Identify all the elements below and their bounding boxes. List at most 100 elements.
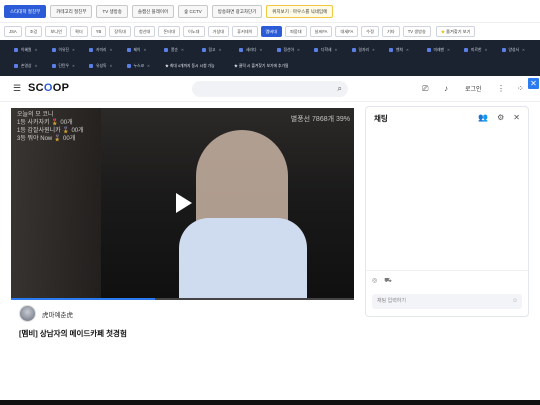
bookmark-item[interactable]: 이혜원 ✕ xyxy=(14,45,37,55)
remove-icon[interactable]: ✕ xyxy=(72,45,75,55)
checkbox-icon[interactable] xyxy=(501,48,506,52)
donation-icon[interactable]: ◎ xyxy=(372,277,377,285)
bookmark-item[interactable]: 누스코 ✕ xyxy=(126,61,150,71)
toolbar-button[interactable]: 숲 CCTV xyxy=(178,4,208,18)
toolbar-button[interactable]: 방송화면 광고차단기 xyxy=(211,4,263,18)
remove-icon[interactable]: ✕ xyxy=(181,45,184,55)
remove-icon[interactable]: ✕ xyxy=(484,45,487,55)
bookmark-item[interactable]: 카미리 ✕ xyxy=(89,45,112,55)
close-icon[interactable]: ✕ xyxy=(528,78,539,89)
toolbar-button[interactable]: 위치보기 · 마우스를 닉네임에 xyxy=(266,4,334,18)
channel-name[interactable]: 虎마예춘虎 xyxy=(42,309,73,319)
play-icon[interactable] xyxy=(176,193,192,213)
filter-chip[interactable]: 멤버대 xyxy=(260,26,283,37)
remove-icon[interactable]: ✕ xyxy=(219,45,222,55)
checkbox-icon[interactable] xyxy=(126,48,131,52)
remove-icon[interactable]: ✕ xyxy=(34,61,37,71)
checkbox-icon[interactable] xyxy=(351,48,356,52)
checkbox-icon[interactable] xyxy=(239,48,243,52)
toolbar-button[interactable]: 솔캠신 플레이어 xyxy=(131,4,175,18)
toolbar-button[interactable]: 카테고리 절친부 xyxy=(50,4,93,18)
remove-icon[interactable]: ✕ xyxy=(372,45,375,55)
toolbar-button[interactable]: TV 생방송 xyxy=(96,4,128,18)
checkbox-icon[interactable] xyxy=(126,64,131,68)
filter-chip[interactable]: 돈터대 xyxy=(158,26,180,37)
close-icon[interactable]: ✕ xyxy=(513,113,520,122)
filter-chip[interactable]: TV 생방송 xyxy=(402,26,431,37)
bookmark-item[interactable]: 미래맨 ✕ xyxy=(426,45,450,55)
gear-icon[interactable]: ⚙ xyxy=(497,113,504,122)
filter-chip[interactable]: 보니언 xyxy=(45,26,67,37)
remove-icon[interactable]: ✕ xyxy=(297,45,300,55)
search-icon[interactable]: ⌕ xyxy=(338,84,342,94)
remove-icon[interactable]: ✕ xyxy=(147,61,150,71)
bookmark-item[interactable]: 일자리 ✕ xyxy=(351,45,375,55)
bookmark-item[interactable]: 세라다 ✕ xyxy=(239,45,262,55)
bookmark-item[interactable]: 유성독 ✕ xyxy=(89,61,112,71)
checkbox-icon[interactable] xyxy=(164,48,168,52)
bookmark-item[interactable]: 손영상 ✕ xyxy=(14,61,37,71)
video-player[interactable]: 오늘의 모 코니 1등 사카자키 🎖️ 00개 1등 감잘사원니카 🎖️ 00개… xyxy=(11,108,354,300)
bookmark-item[interactable]: 쫑순 ✕ xyxy=(164,45,184,55)
filter-chip[interactable]: JSA xyxy=(4,26,22,37)
users-icon[interactable]: 👥 xyxy=(478,113,488,122)
remove-icon[interactable]: ✕ xyxy=(406,45,409,55)
bookmark-item[interactable]: 정선아 ✕ xyxy=(276,45,300,55)
filter-chip[interactable]: 거성대 xyxy=(207,26,230,37)
checkbox-icon[interactable] xyxy=(51,48,56,52)
favorites-button[interactable]: ★ 즐겨찾기 보기 xyxy=(435,26,476,37)
filter-chip[interactable]: 날씨FA xyxy=(309,26,333,37)
checkbox-icon[interactable] xyxy=(314,48,318,52)
checkbox-icon[interactable] xyxy=(51,64,56,68)
checkbox-icon[interactable] xyxy=(89,48,93,52)
filter-chip[interactable]: 퀵더 xyxy=(69,26,88,37)
more-icon[interactable]: ⋮ xyxy=(497,84,505,93)
checkbox-icon[interactable] xyxy=(426,48,431,52)
bookmark-item[interactable]: 벤쳐 ✕ xyxy=(389,45,409,55)
remove-icon[interactable]: ✕ xyxy=(72,61,75,71)
search-input[interactable]: ⌕ xyxy=(192,81,348,97)
menu-icon[interactable]: ☰ xyxy=(13,84,22,93)
bookmark-item[interactable]: 이유진 ✕ xyxy=(51,45,75,55)
filter-chip[interactable]: 대세FA xyxy=(335,26,359,37)
filter-chip[interactable]: 기타 xyxy=(382,26,400,37)
filter-chip[interactable]: 수정 xyxy=(361,26,380,37)
filter-chip[interactable]: 휴커데이 xyxy=(232,26,258,37)
logo[interactable]: SCOOP xyxy=(28,82,69,94)
remove-icon[interactable]: ✕ xyxy=(447,45,450,55)
toolbar-button[interactable]: 스타대학 절친부 xyxy=(4,4,47,18)
bookmark-item[interactable]: 미르한 ✕ xyxy=(464,45,487,55)
checkbox-icon[interactable] xyxy=(14,48,18,52)
remove-icon[interactable]: ✕ xyxy=(144,45,147,55)
filter-chip[interactable]: 청선대 xyxy=(133,26,156,37)
remove-icon[interactable]: ✕ xyxy=(109,45,112,55)
filter-chip[interactable]: 이노대 xyxy=(182,26,205,37)
bookmark-item[interactable]: 제이 ✕ xyxy=(126,45,147,55)
remove-icon[interactable]: ✕ xyxy=(34,45,37,55)
cart-icon[interactable]: ⛟ xyxy=(384,277,392,285)
chat-input[interactable]: 채팅 입력하기 ☺ xyxy=(372,294,522,309)
checkbox-icon[interactable] xyxy=(201,48,206,52)
emoji-icon[interactable]: ☺ xyxy=(512,294,518,309)
remove-icon[interactable]: ✕ xyxy=(522,45,525,55)
checkbox-icon[interactable] xyxy=(464,48,468,52)
filter-chip[interactable]: 조깅 xyxy=(24,26,43,37)
video-progress[interactable] xyxy=(11,298,354,300)
filter-chip[interactable]: YB xyxy=(90,26,107,37)
bell-icon[interactable]: ♪ xyxy=(444,84,448,93)
filter-chip[interactable]: 파뭄대 xyxy=(285,26,307,37)
remove-icon[interactable]: ✕ xyxy=(259,45,262,55)
checkbox-icon[interactable] xyxy=(89,64,93,68)
bookmark-item[interactable]: 다학세 ✕ xyxy=(314,45,337,55)
filter-chip[interactable]: 장독대 xyxy=(109,26,131,37)
remove-icon[interactable]: ✕ xyxy=(334,45,337,55)
broadcast-icon[interactable]: ⎚ xyxy=(422,84,428,93)
checkbox-icon[interactable] xyxy=(389,48,393,52)
checkbox-icon[interactable] xyxy=(14,64,18,68)
bookmark-item[interactable]: 양성서 ✕ xyxy=(501,45,525,55)
remove-icon[interactable]: ✕ xyxy=(109,61,112,71)
avatar[interactable] xyxy=(19,305,36,322)
bookmark-item[interactable]: 단탄우 ✕ xyxy=(51,61,75,71)
bookmark-item[interactable]: 링고 ✕ xyxy=(201,45,222,55)
apps-icon[interactable]: ⁘ xyxy=(517,84,524,93)
